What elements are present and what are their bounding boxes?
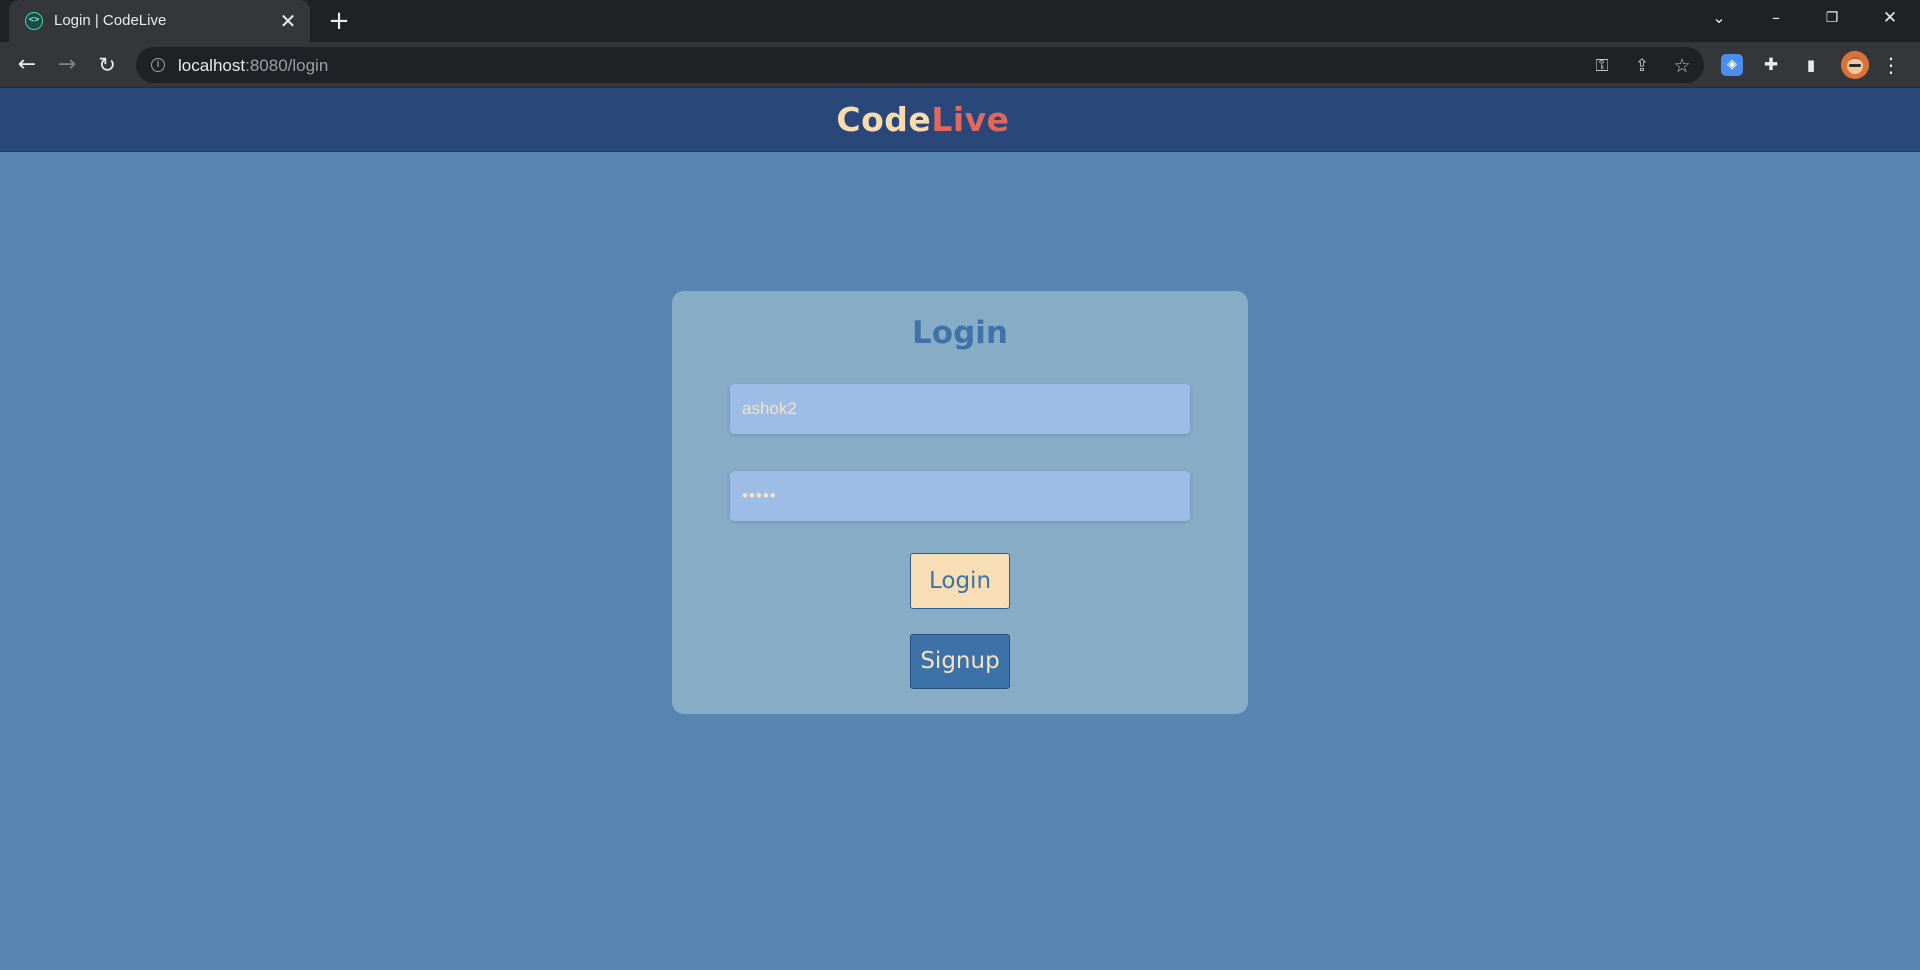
avatar-face-icon xyxy=(1841,51,1869,79)
tab-close-icon[interactable]: ✕ xyxy=(276,9,300,33)
url-path: :8080/login xyxy=(245,56,329,75)
login-card: Login Login Signup xyxy=(672,291,1248,714)
login-button[interactable]: Login xyxy=(910,553,1010,609)
username-input[interactable] xyxy=(730,384,1190,434)
browser-menu-icon[interactable]: ⋮ xyxy=(1880,54,1902,76)
restore-window-button[interactable]: ❐ xyxy=(1804,0,1860,38)
tab-search-icon[interactable]: ⌄ xyxy=(1691,0,1747,38)
url-host: localhost xyxy=(178,56,246,75)
back-icon[interactable]: ← xyxy=(11,49,43,81)
login-title: Login xyxy=(912,315,1008,351)
site-header: CodeLive xyxy=(0,88,1920,152)
minimize-window-button[interactable]: – xyxy=(1748,0,1804,38)
password-key-icon[interactable]: ⚿ xyxy=(1591,55,1613,77)
browser-toolbar: ← → ↻ i localhost:8080/login ⚿ ⇪ ☆ ◈ ✚ ▮… xyxy=(0,42,1920,88)
url-text[interactable]: localhost:8080/login xyxy=(178,56,328,76)
profile-avatar-icon[interactable] xyxy=(1841,51,1869,79)
extensions-puzzle-icon[interactable]: ✚ xyxy=(1760,54,1782,76)
bookmark-star-icon[interactable]: ☆ xyxy=(1671,55,1693,77)
brand-code-text: Code xyxy=(836,100,932,139)
address-bar[interactable]: i localhost:8080/login ⚿ ⇪ ☆ xyxy=(136,47,1704,83)
brand-live-text: Live xyxy=(931,100,1010,139)
reload-icon[interactable]: ↻ xyxy=(91,49,123,81)
brand-logo[interactable]: CodeLive xyxy=(0,100,1846,139)
side-panel-icon[interactable]: ▮ xyxy=(1800,54,1822,76)
shield-extension-icon[interactable]: ◈ xyxy=(1721,54,1743,76)
browser-tab-strip: <> Login | CodeLive ✕ + ⌄ – ❐ ✕ xyxy=(0,0,1920,42)
site-info-icon[interactable]: i xyxy=(151,58,165,72)
codelive-favicon-icon: <> xyxy=(25,12,43,30)
forward-icon[interactable]: → xyxy=(51,49,83,81)
close-window-button[interactable]: ✕ xyxy=(1862,0,1918,38)
tab-title: Login | CodeLive xyxy=(54,12,167,29)
new-tab-button[interactable]: + xyxy=(325,7,353,35)
password-input[interactable] xyxy=(730,471,1190,521)
signup-button[interactable]: Signup xyxy=(910,634,1010,689)
browser-tab-active[interactable]: <> Login | CodeLive ✕ xyxy=(9,0,310,42)
share-icon[interactable]: ⇪ xyxy=(1631,55,1653,77)
